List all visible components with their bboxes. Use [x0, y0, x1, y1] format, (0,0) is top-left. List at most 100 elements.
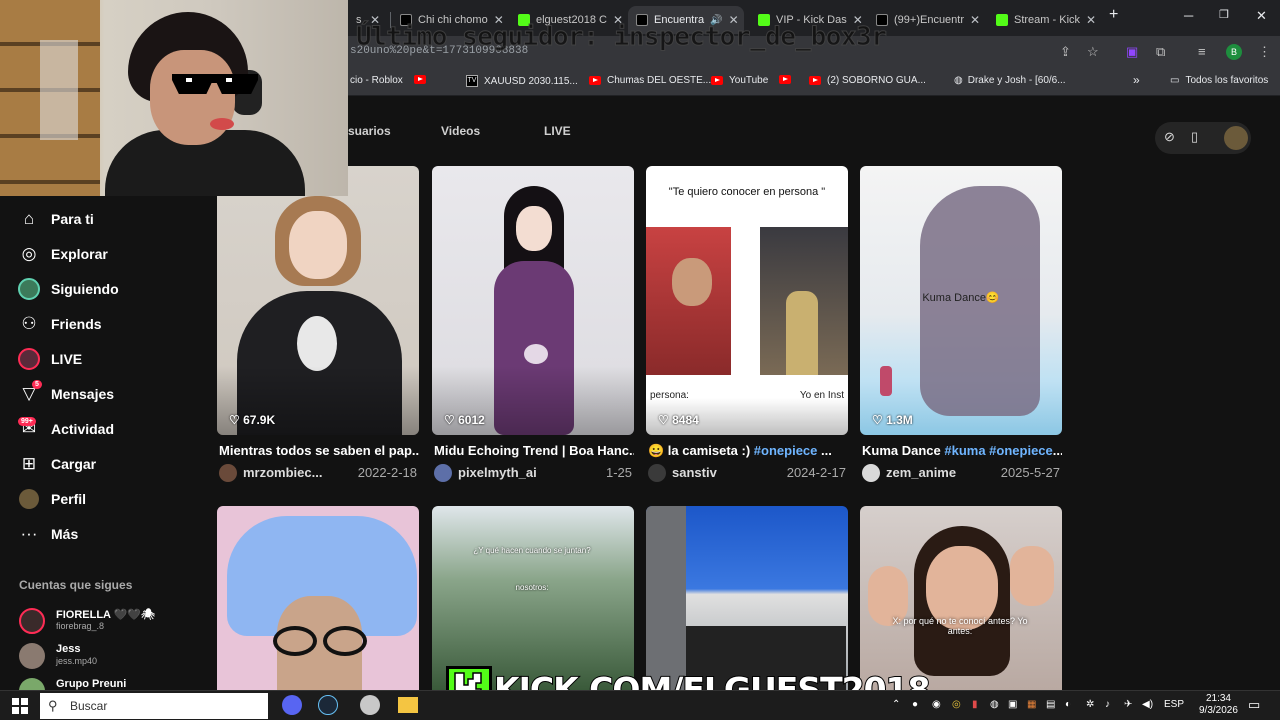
- video-card[interactable]: Kuma Dance😊 ♡ 1.3M Kuma Dance #kuma #one…: [860, 166, 1062, 486]
- user-avatar[interactable]: [1224, 126, 1248, 150]
- video-thumbnail[interactable]: [646, 506, 848, 690]
- youtube-icon: [779, 75, 791, 84]
- sidebar-item-explorar[interactable]: ◎ Explorar: [0, 238, 217, 270]
- video-title[interactable]: Mientras todos se saben el pap...: [219, 443, 419, 458]
- video-title[interactable]: Kuma Dance #kuma #onepiece...: [862, 443, 1062, 458]
- coins-icon[interactable]: ⊘: [1164, 129, 1175, 145]
- video-thumbnail[interactable]: X: por qué no te conocí antes? Yo antes:: [860, 506, 1062, 690]
- file-explorer-icon[interactable]: [398, 697, 418, 713]
- minimize-button[interactable]: ─: [1184, 8, 1193, 23]
- tray-app-icon[interactable]: ✲: [1086, 699, 1094, 710]
- maximize-button[interactable]: ❐: [1219, 8, 1229, 21]
- all-bookmarks[interactable]: ▭ Todos los favoritos: [1170, 75, 1268, 86]
- new-tab-button[interactable]: +: [1109, 6, 1118, 24]
- video-card[interactable]: ♡ 6012 Midu Echoing Trend | Boa Hanc... …: [432, 166, 634, 486]
- video-title[interactable]: 😀 la camiseta :) #onepiece ...: [648, 443, 848, 459]
- avatar[interactable]: [434, 464, 452, 482]
- video-username[interactable]: sanstiv: [672, 465, 717, 480]
- video-thumbnail[interactable]: [217, 506, 419, 690]
- avatar[interactable]: [862, 464, 880, 482]
- sidebar-item-para-ti[interactable]: ⌂ Para ti: [0, 203, 217, 235]
- video-date: 2025-5-27: [1000, 465, 1060, 480]
- more-bookmarks-icon[interactable]: »: [1133, 73, 1140, 87]
- device-icon[interactable]: ▯: [1191, 129, 1198, 145]
- bookmark-soborno[interactable]: (2) SOBORNO GUA...: [809, 75, 926, 86]
- bookmark-youtube-1[interactable]: [414, 75, 432, 84]
- app-steam-icon[interactable]: [318, 695, 338, 715]
- close-icon[interactable]: ✕: [1080, 13, 1096, 27]
- followed-account[interactable]: Jess jess.mp40: [19, 641, 219, 675]
- avatar[interactable]: [648, 464, 666, 482]
- bookmark-drake-josh[interactable]: ◍ Drake y Josh - [60/6...: [954, 75, 1066, 86]
- tab-stream-kick[interactable]: Stream - Kick ✕: [988, 6, 1100, 34]
- video-card[interactable]: ¿Y qué hacen cuando se juntan? nosotros:: [432, 506, 634, 690]
- avatar[interactable]: [219, 464, 237, 482]
- taskbar-search-input[interactable]: ⚲ Buscar: [40, 693, 268, 719]
- video-card[interactable]: ♡ 67.9K Mientras todos se saben el pap..…: [217, 166, 419, 486]
- sidebar-item-actividad[interactable]: ✉ 99+ Actividad: [0, 413, 217, 445]
- tray-app-icon[interactable]: ▦: [1027, 699, 1036, 710]
- windows-start-icon[interactable]: [12, 698, 28, 719]
- bookmark-youtube-2[interactable]: [779, 75, 797, 84]
- video-card[interactable]: X: por qué no te conocí antes? Yo antes:: [860, 506, 1062, 690]
- video-card[interactable]: "Te quiero conocer en persona " persona:…: [646, 166, 848, 486]
- video-username[interactable]: zem_anime: [886, 465, 956, 480]
- video-card[interactable]: [217, 506, 419, 690]
- sidebar-item-cargar[interactable]: ⊞ Cargar: [0, 448, 217, 480]
- video-thumbnail[interactable]: Kuma Dance😊: [860, 166, 1062, 435]
- tray-steam-icon[interactable]: ◐: [1065, 699, 1071, 710]
- video-thumbnail[interactable]: ¿Y qué hacen cuando se juntan? nosotros:: [432, 506, 634, 690]
- install-app-icon[interactable]: ⇪: [1060, 44, 1071, 60]
- tab-users[interactable]: suarios: [348, 124, 391, 138]
- tray-mic-icon[interactable]: ♪: [1105, 699, 1110, 710]
- profile-avatar[interactable]: B: [1226, 44, 1242, 60]
- sidebar-item-mas[interactable]: ··· Más: [0, 518, 217, 550]
- video-thumbnail[interactable]: [217, 166, 419, 435]
- bookmark-chumas[interactable]: Chumas DEL OESTE...: [589, 75, 711, 86]
- video-title[interactable]: Midu Echoing Trend | Boa Hanc...: [434, 443, 634, 458]
- tray-overflow-icon[interactable]: ⌃: [892, 699, 900, 710]
- clock[interactable]: 21:34 9/3/2026: [1199, 693, 1238, 717]
- youtube-icon: [711, 76, 723, 85]
- app-discord-icon[interactable]: [282, 695, 302, 715]
- tray-app-icon[interactable]: ◍: [990, 699, 999, 710]
- bookmark-xauusd[interactable]: TV XAUUSD 2030.115...: [466, 75, 578, 87]
- video-thumbnail[interactable]: "Te quiero conocer en persona " persona:…: [646, 166, 848, 435]
- bookmark-youtube[interactable]: YouTube: [711, 75, 768, 86]
- video-card[interactable]: [646, 506, 848, 690]
- tab-videos[interactable]: Videos: [441, 124, 480, 138]
- tray-app-icon[interactable]: ◎: [952, 699, 961, 710]
- volume-icon[interactable]: ◀): [1142, 699, 1153, 710]
- followed-account[interactable]: Grupo Preuni: [19, 676, 219, 690]
- notifications-icon[interactable]: ▭: [1248, 697, 1260, 713]
- app-icon[interactable]: [360, 695, 380, 715]
- close-icon[interactable]: ✕: [964, 13, 980, 27]
- kebab-menu-icon[interactable]: ⋮: [1258, 44, 1271, 60]
- wifi-icon[interactable]: ✈: [1124, 699, 1132, 710]
- sidebar-item-siguiendo[interactable]: Siguiendo: [0, 273, 217, 305]
- more-icon: ···: [20, 524, 38, 543]
- twitch-extension-icon[interactable]: ▣: [1126, 44, 1138, 60]
- bookmark-roblox[interactable]: cio - Roblox: [350, 75, 403, 86]
- video-thumbnail[interactable]: [432, 166, 634, 435]
- media-control-icon[interactable]: ≡: [1198, 44, 1206, 59]
- video-date: 1-25: [605, 465, 632, 480]
- tray-app-icon[interactable]: ▣: [1008, 699, 1017, 710]
- tray-app-icon[interactable]: ▤: [1046, 699, 1055, 710]
- language-indicator[interactable]: ESP: [1164, 699, 1184, 710]
- extensions-icon[interactable]: ⧉: [1156, 44, 1165, 60]
- sidebar-item-mensajes[interactable]: ▽ 5 Mensajes: [0, 378, 217, 410]
- video-username[interactable]: pixelmyth_ai: [458, 465, 537, 480]
- video-username[interactable]: mrzombiec...: [243, 465, 322, 480]
- tray-mic-icon[interactable]: ▮: [972, 699, 978, 710]
- like-count: ♡ 1.3M: [872, 413, 913, 427]
- followed-account[interactable]: FIORELLA 🖤🖤🕷 fiorebrag_.8: [19, 606, 219, 640]
- close-window-button[interactable]: ✕: [1256, 8, 1267, 24]
- tray-discord-icon[interactable]: ●: [912, 699, 918, 710]
- tray-obs-icon[interactable]: ◉: [932, 699, 941, 710]
- sidebar-item-friends[interactable]: ⚇ Friends: [0, 308, 217, 340]
- sidebar-item-perfil[interactable]: Perfil: [0, 483, 217, 515]
- bookmark-star-icon[interactable]: ☆: [1087, 44, 1099, 60]
- tab-live[interactable]: LIVE: [544, 124, 571, 138]
- sidebar-item-live[interactable]: LIVE: [0, 343, 217, 375]
